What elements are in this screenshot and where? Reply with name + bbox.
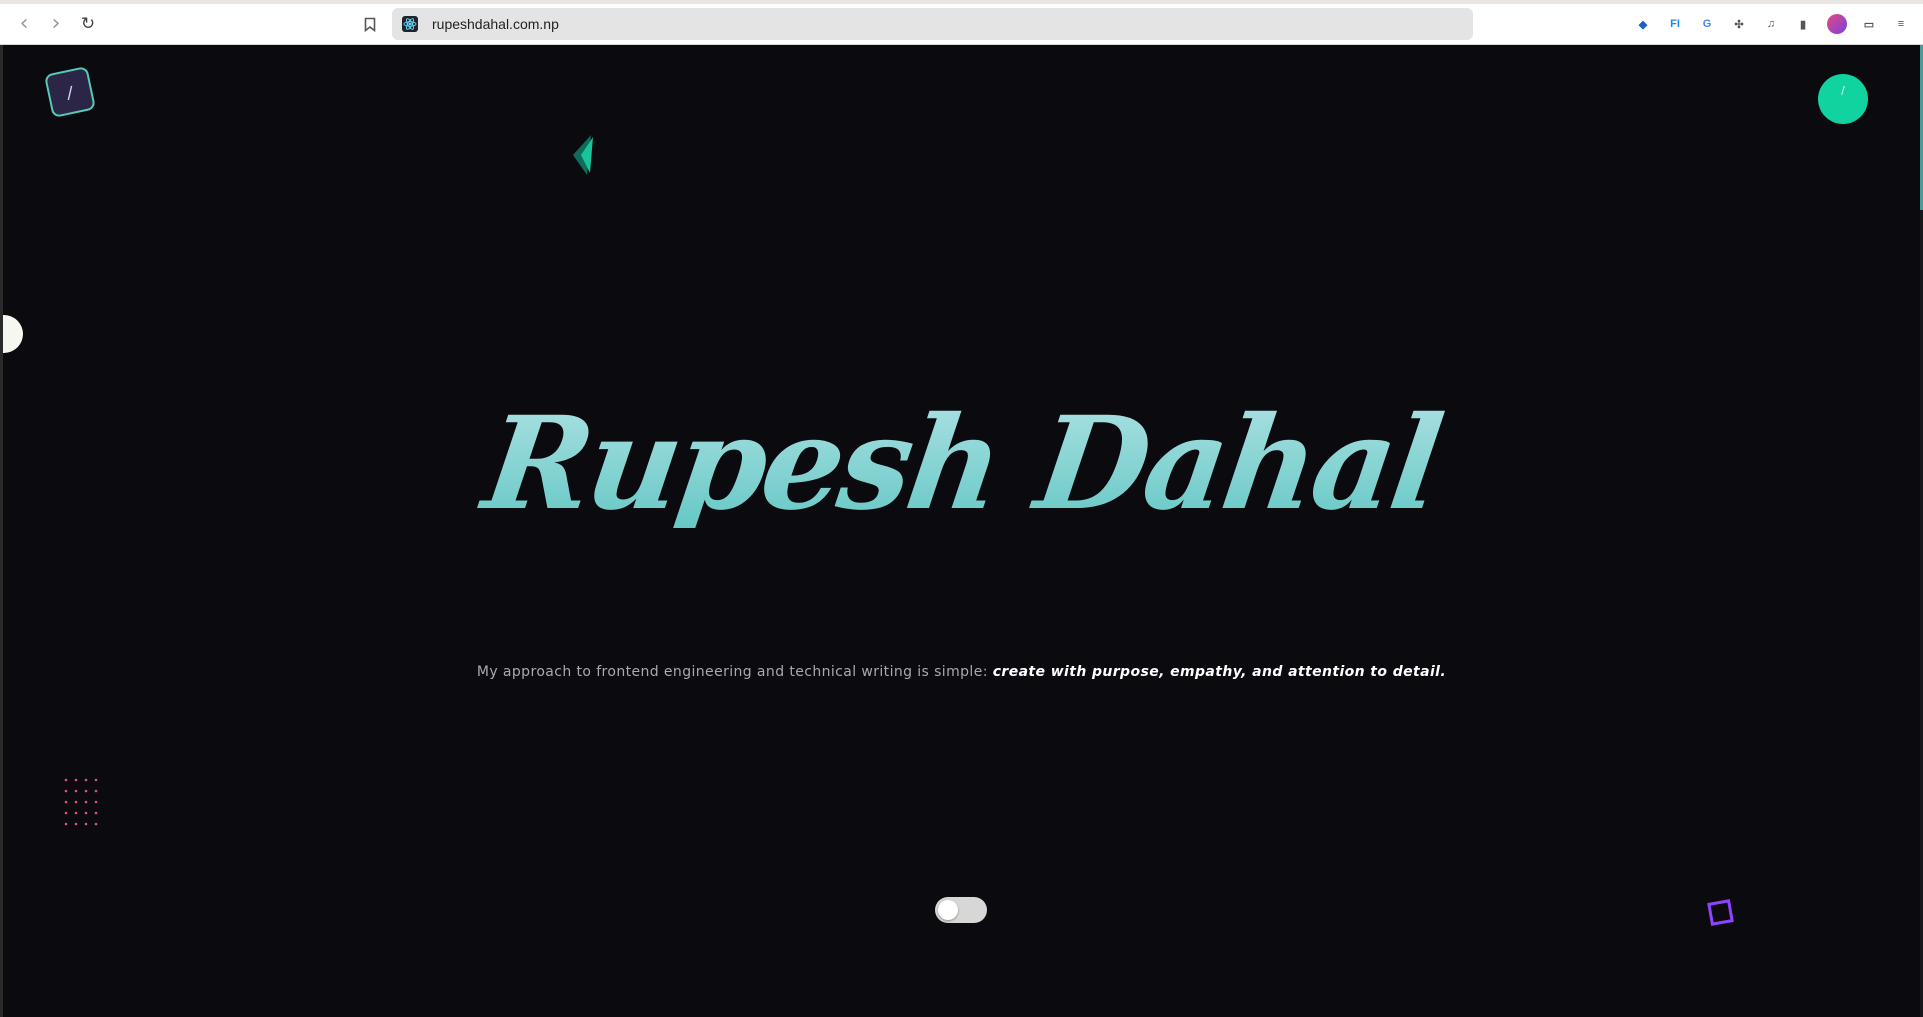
- logo-glyph: /: [63, 81, 77, 103]
- menu-button-glyph: /: [1841, 84, 1845, 97]
- theme-toggle[interactable]: [935, 897, 987, 923]
- menu-button[interactable]: /: [1818, 74, 1868, 124]
- reload-button[interactable]: ↻: [76, 12, 100, 36]
- back-icon: ‹: [19, 11, 29, 36]
- address-bar[interactable]: rupeshdahal.com.np: [392, 8, 1473, 40]
- menu-icon[interactable]: ≡: [1891, 14, 1911, 34]
- decorative-triangle-icon: [573, 135, 593, 175]
- puzzle-icon[interactable]: ✣: [1729, 14, 1749, 34]
- decorative-square-icon: [1707, 899, 1734, 926]
- bookmark-icon: [364, 17, 376, 32]
- theme-toggle-knob: [938, 900, 958, 920]
- bitwarden-icon[interactable]: ◆: [1633, 14, 1653, 34]
- reload-icon: ↻: [80, 13, 96, 34]
- sidebar-icon[interactable]: ▮: [1793, 14, 1813, 34]
- translate-icon[interactable]: G: [1697, 14, 1717, 34]
- tagline-emphasis: create with purpose, empathy, and attent…: [992, 664, 1447, 680]
- tagline-plain: My approach to frontend engineering and …: [476, 664, 993, 680]
- site-logo[interactable]: /: [43, 65, 97, 119]
- back-button[interactable]: ‹: [12, 12, 36, 36]
- react-favicon-icon: [402, 16, 418, 32]
- forward-icon: ›: [51, 11, 61, 36]
- url-text[interactable]: rupeshdahal.com.np: [432, 8, 559, 40]
- profile-avatar-icon[interactable]: [1827, 14, 1847, 34]
- fi-extension-icon[interactable]: FI: [1665, 14, 1685, 34]
- browser-toolbar: ‹ › ↻ rupeshdahal.com.np ◆ FI G ✣ ♫ ▮ ▭ ≡: [0, 4, 1923, 45]
- page-content: / / Rupesh Dahal My approach to frontend…: [3, 45, 1920, 1017]
- wallet-icon[interactable]: ▭: [1859, 14, 1879, 34]
- decorative-dot-grid-icon: [64, 778, 98, 826]
- hero-title: Rupesh Dahal: [3, 389, 1920, 539]
- forward-button[interactable]: ›: [44, 12, 68, 36]
- music-icon[interactable]: ♫: [1761, 14, 1781, 34]
- tagline: My approach to frontend engineering and …: [3, 664, 1920, 680]
- side-drawer-tab[interactable]: [3, 315, 23, 353]
- bookmark-button[interactable]: [358, 12, 382, 36]
